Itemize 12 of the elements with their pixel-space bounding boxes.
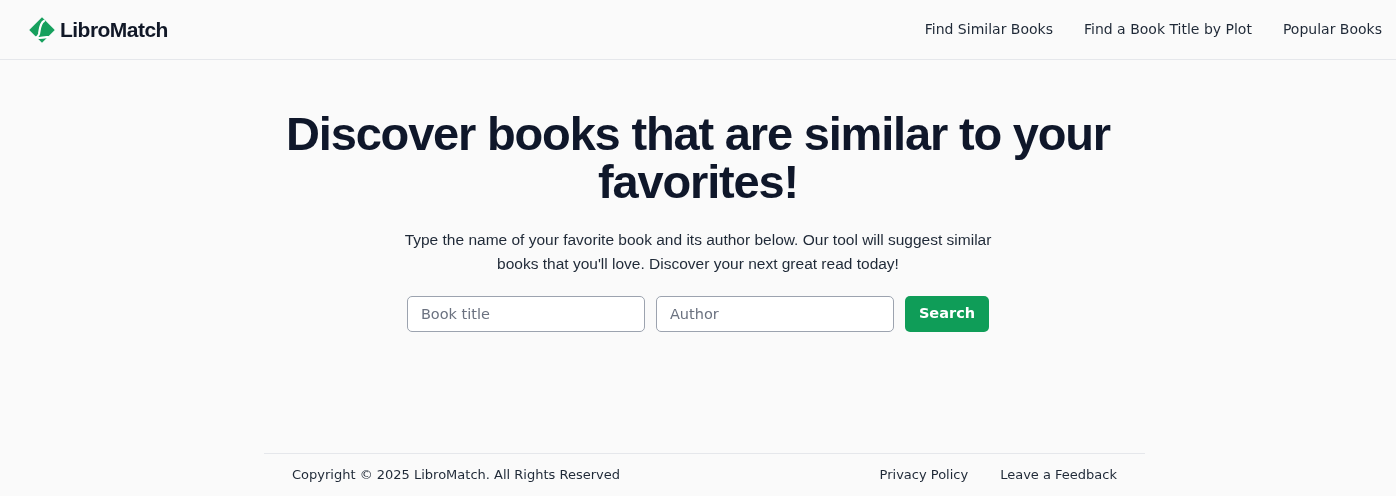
page-heading: Discover books that are similar to your favorites! — [285, 110, 1112, 206]
logo-text[interactable]: LibroMatch — [60, 13, 168, 46]
footer-link[interactable]: Privacy Policy — [879, 465, 969, 485]
footer-link[interactable]: Leave a Feedback — [1000, 465, 1117, 485]
search-field[interactable]: Book title — [406, 296, 645, 332]
nav-link[interactable]: Find a Book Title by Plot — [1084, 19, 1252, 40]
intro-text: Type the name of your favorite book and its author below. Our tool will suggest similar books that you'll love. Discover your next great read today! — [403, 230, 993, 274]
search-field[interactable]: Author — [655, 296, 894, 332]
copyright-text: Copyright © 2025 LibroMatch. All Rights Reserved — [292, 466, 620, 485]
nav-link[interactable]: Find Similar Books — [924, 19, 1053, 40]
search-button[interactable]: Search — [904, 296, 990, 332]
nav-link[interactable]: Popular Books — [1282, 19, 1382, 40]
